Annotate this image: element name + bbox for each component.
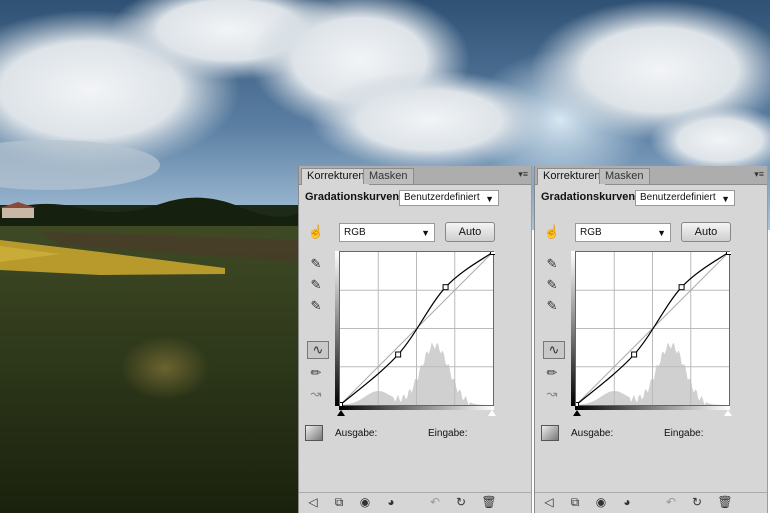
trash-icon[interactable]: 🗑: [717, 495, 733, 509]
black-point-slider[interactable]: [337, 410, 345, 416]
input-gradient: [575, 406, 730, 410]
back-arrow-icon[interactable]: ◁: [305, 495, 321, 509]
white-point-slider[interactable]: [724, 410, 732, 416]
gray-point-eyedropper-icon[interactable]: ✎: [543, 277, 561, 293]
curve-graph[interactable]: [575, 251, 731, 407]
panel-tabbar: Korrekturen Masken ▾≡: [535, 166, 767, 185]
chevron-down-icon: ▼: [657, 228, 666, 238]
black-point-slider[interactable]: [573, 410, 581, 416]
black-point-eyedropper-icon[interactable]: ✎: [307, 256, 325, 272]
panel-menu-icon[interactable]: ▾≡: [754, 169, 764, 180]
visibility-toggle-icon[interactable]: ◉: [593, 495, 609, 509]
chevron-down-icon: ▼: [721, 194, 730, 204]
adjustment-title: Gradationskurven: [541, 191, 636, 203]
curve-control-point: [678, 284, 685, 291]
curve-control-point: [631, 351, 638, 358]
smooth-curve-icon[interactable]: ↝: [543, 386, 561, 402]
curve-control-point: [490, 252, 495, 255]
channel-value: RGB: [580, 227, 602, 238]
smooth-curve-icon[interactable]: ↝: [307, 386, 325, 402]
black-point-eyedropper-icon[interactable]: ✎: [543, 256, 561, 272]
back-arrow-icon[interactable]: ◁: [541, 495, 557, 509]
target-adjust-hand-icon[interactable]: ☝: [543, 224, 561, 240]
white-point-eyedropper-icon[interactable]: ✎: [307, 298, 325, 314]
tab-korrekturen[interactable]: Korrekturen: [537, 168, 607, 185]
tab-masken[interactable]: Masken: [599, 168, 650, 184]
chevron-down-icon: ▼: [485, 194, 494, 204]
reset-icon[interactable]: ↻: [689, 495, 705, 509]
tab-korrekturen[interactable]: Korrekturen: [301, 168, 371, 185]
channel-dropdown[interactable]: RGB ▼: [339, 223, 435, 242]
preset-value: Benutzerdefiniert: [640, 192, 716, 203]
visibility-toggle-icon[interactable]: ◉: [357, 495, 373, 509]
curve-control-point: [726, 252, 731, 255]
eye-icon[interactable]: ◕: [619, 495, 635, 509]
pencil-icon[interactable]: ✏: [543, 365, 561, 381]
layer-clip-icon[interactable]: ⧉: [331, 495, 347, 509]
curve-control-point: [395, 351, 402, 358]
adjustments-panel-left: Korrekturen Masken ▾≡ Gradationskurven B…: [298, 166, 532, 513]
input-label: Eingabe:: [428, 428, 468, 439]
eye-icon[interactable]: ◕: [383, 495, 399, 509]
panel-menu-icon[interactable]: ▾≡: [518, 169, 528, 180]
gray-point-eyedropper-icon[interactable]: ✎: [307, 277, 325, 293]
adjustments-panel-right: Korrekturen Masken ▾≡ Gradationskurven B…: [534, 166, 768, 513]
curve-edit-icon[interactable]: ∿: [543, 341, 565, 359]
white-point-eyedropper-icon[interactable]: ✎: [543, 298, 561, 314]
auto-button[interactable]: Auto: [681, 222, 731, 242]
channel-dropdown[interactable]: RGB ▼: [575, 223, 671, 242]
auto-button[interactable]: Auto: [445, 222, 495, 242]
preset-value: Benutzerdefiniert: [404, 192, 480, 203]
preset-dropdown[interactable]: Benutzerdefiniert ▼: [635, 190, 735, 206]
curve-plot: [576, 252, 731, 407]
layer-clip-icon[interactable]: ⧉: [567, 495, 583, 509]
panel-bottom-toolbar: ◁ ⧉ ◉ ◕ ↶ ↻ 🗑: [535, 492, 767, 513]
histogram-warning-icon[interactable]: [541, 425, 559, 441]
previous-state-icon[interactable]: ↶: [427, 495, 443, 509]
output-label: Ausgabe:: [571, 428, 614, 439]
target-adjust-hand-icon[interactable]: ☝: [307, 224, 325, 240]
input-gradient: [339, 406, 494, 410]
tab-masken[interactable]: Masken: [363, 168, 414, 184]
reset-icon[interactable]: ↻: [453, 495, 469, 509]
white-point-slider[interactable]: [488, 410, 496, 416]
pencil-icon[interactable]: ✏: [307, 365, 325, 381]
panel-tabbar: Korrekturen Masken ▾≡: [299, 166, 531, 185]
curve-control-point: [442, 284, 449, 291]
chevron-down-icon: ▼: [421, 228, 430, 238]
panel-bottom-toolbar: ◁ ⧉ ◉ ◕ ↶ ↻ 🗑: [299, 492, 531, 513]
output-label: Ausgabe:: [335, 428, 378, 439]
input-label: Eingabe:: [664, 428, 704, 439]
curve-graph[interactable]: [339, 251, 495, 407]
channel-value: RGB: [344, 227, 366, 238]
preset-dropdown[interactable]: Benutzerdefiniert ▼: [399, 190, 499, 206]
trash-icon[interactable]: 🗑: [481, 495, 497, 509]
curve-edit-icon[interactable]: ∿: [307, 341, 329, 359]
previous-state-icon[interactable]: ↶: [663, 495, 679, 509]
adjustment-title: Gradationskurven: [305, 191, 400, 203]
histogram-warning-icon[interactable]: [305, 425, 323, 441]
curve-plot: [340, 252, 495, 407]
